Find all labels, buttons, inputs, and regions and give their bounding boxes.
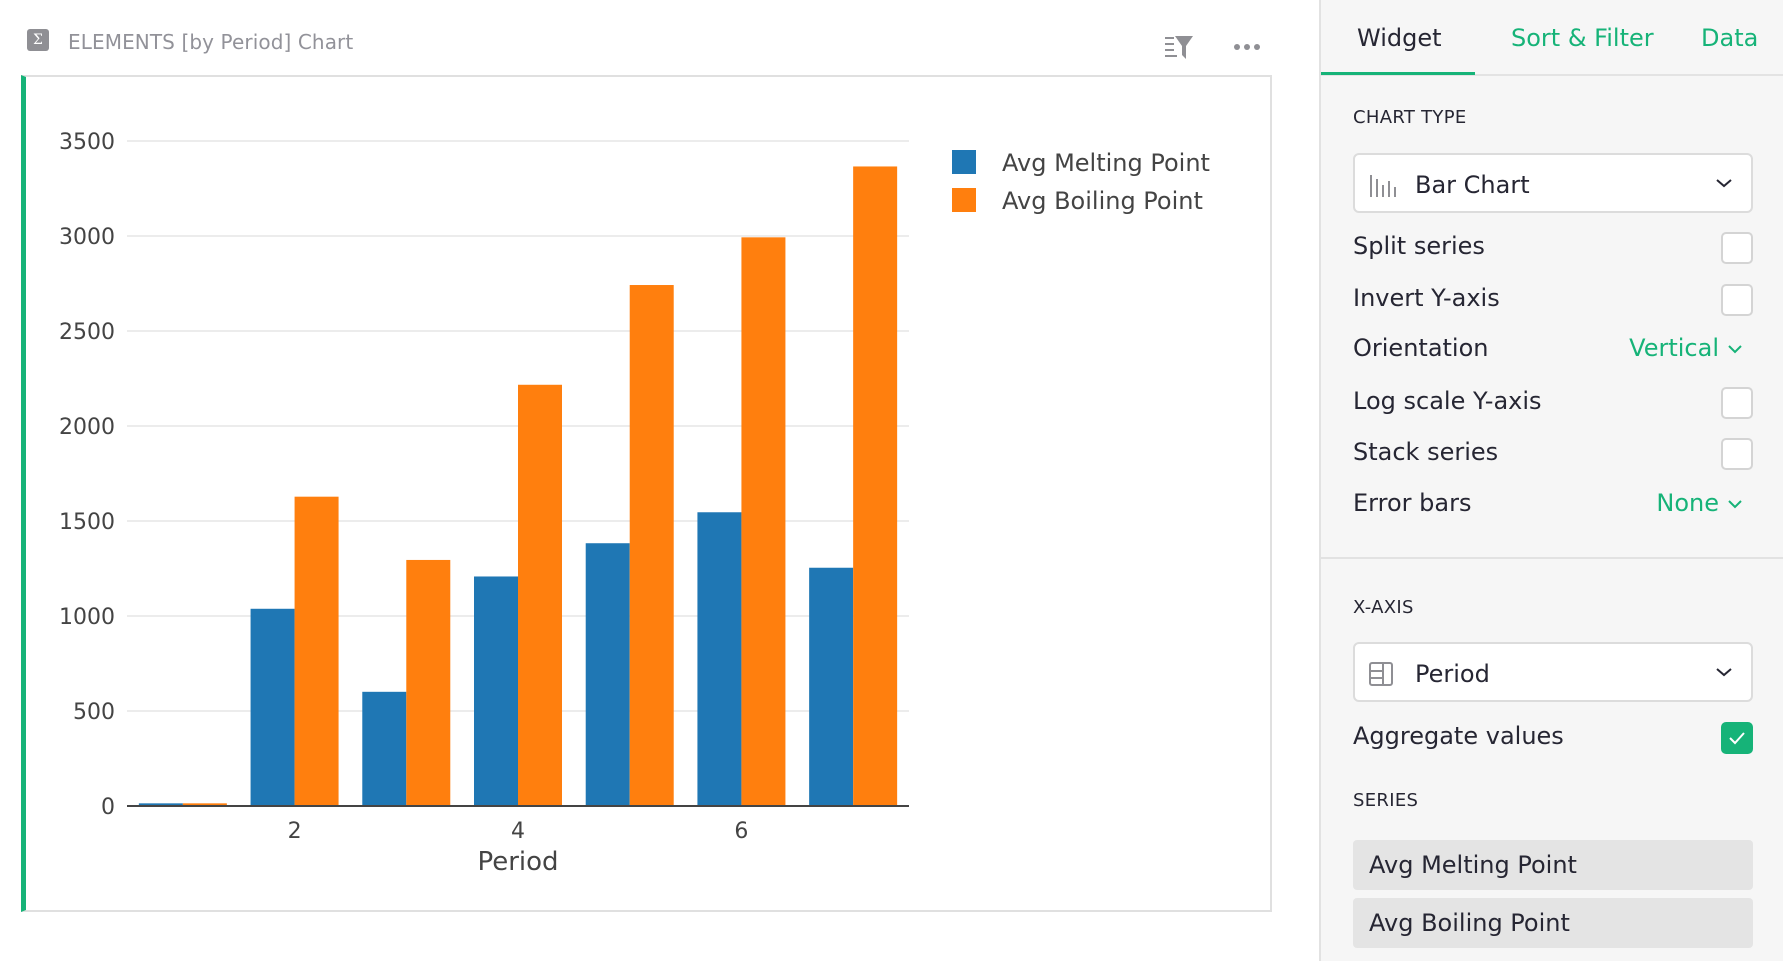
bar-melting: [250, 608, 295, 806]
x-tick-label: 4: [511, 819, 525, 844]
split-series-label: Split series: [1353, 232, 1485, 260]
series-label: SERIES: [1353, 790, 1419, 811]
column-icon: [1369, 662, 1393, 686]
invert-y-label: Invert Y-axis: [1353, 284, 1500, 312]
widget-header: Σ ELEMENTS [by Period] Chart: [0, 0, 1320, 76]
x-tick-label: 2: [288, 819, 302, 844]
tab-sort-filter[interactable]: Sort & Filter: [1511, 24, 1654, 52]
chevron-down-icon: [1716, 668, 1732, 677]
bar-boiling: [853, 166, 898, 807]
y-tick-label: 500: [73, 700, 115, 725]
sigma-icon: Σ: [27, 29, 49, 51]
bar-melting: [474, 576, 518, 806]
x-axis-value: Period: [1415, 660, 1490, 688]
error-bars-label: Error bars: [1353, 489, 1472, 517]
legend-swatch: [952, 188, 976, 212]
bar-melting: [809, 567, 854, 806]
stack-series-checkbox[interactable]: [1721, 438, 1753, 470]
log-scale-label: Log scale Y-axis: [1353, 387, 1542, 415]
series-item[interactable]: Avg Melting Point: [1353, 840, 1753, 890]
y-tick-label: 1500: [59, 510, 115, 535]
y-tick-label: 0: [101, 795, 115, 820]
x-axis-title: Period: [477, 847, 558, 877]
y-tick-label: 2500: [59, 320, 115, 345]
bar-melting: [585, 543, 630, 806]
right-panel: Widget Sort & Filter Data CHART TYPE Bar…: [1319, 0, 1783, 961]
bar-chart-icon: [1370, 175, 1396, 197]
log-scale-checkbox[interactable]: [1721, 387, 1753, 419]
chevron-down-icon: [1716, 179, 1732, 188]
invert-y-checkbox[interactable]: [1721, 284, 1753, 316]
split-series-checkbox[interactable]: [1721, 232, 1753, 264]
aggregate-label: Aggregate values: [1353, 722, 1564, 750]
tab-data[interactable]: Data: [1701, 24, 1758, 52]
active-tab-indicator: [1321, 72, 1475, 75]
x-axis-label: X-AXIS: [1353, 597, 1414, 618]
bar-boiling: [741, 237, 786, 806]
app-root: Σ ELEMENTS [by Period] Chart 0 500 1000 150…: [0, 0, 1783, 961]
legend-label: Avg Boiling Point: [1002, 187, 1203, 215]
bar-boiling: [629, 285, 674, 806]
chart-type-select[interactable]: Bar Chart: [1353, 153, 1753, 213]
y-tick-label: 2000: [59, 415, 115, 440]
bar-boiling: [294, 496, 339, 806]
widget-title[interactable]: ELEMENTS [by Period] Chart: [68, 30, 353, 54]
panel-tabs: Widget Sort & Filter Data: [1321, 0, 1783, 76]
series-item-label: Avg Boiling Point: [1369, 909, 1570, 937]
sort-filter-icon[interactable]: [1163, 33, 1195, 61]
aggregate-row: Aggregate values: [1353, 722, 1753, 756]
y-tick-label: 3000: [59, 225, 115, 250]
more-options-icon[interactable]: [1232, 36, 1262, 58]
orientation-row: Orientation Vertical: [1353, 334, 1753, 368]
bar-boiling: [518, 384, 562, 806]
chevron-down-icon: [1728, 345, 1742, 354]
stack-series-label: Stack series: [1353, 438, 1499, 466]
y-tick-label: 1000: [59, 605, 115, 630]
bar-melting: [697, 512, 742, 806]
tab-widget[interactable]: Widget: [1357, 24, 1442, 52]
legend-swatch: [952, 150, 976, 174]
log-scale-row: Log scale Y-axis: [1353, 387, 1753, 421]
series-item[interactable]: Avg Boiling Point: [1353, 898, 1753, 948]
error-bars-select[interactable]: None: [1656, 489, 1743, 517]
error-bars-row: Error bars None: [1353, 489, 1753, 523]
chart-type-value: Bar Chart: [1415, 171, 1530, 199]
stack-series-row: Stack series: [1353, 438, 1753, 472]
series-item-label: Avg Melting Point: [1369, 851, 1577, 879]
orientation-label: Orientation: [1353, 334, 1489, 362]
chart-type-label: CHART TYPE: [1353, 107, 1467, 128]
check-icon: [1729, 732, 1745, 745]
orientation-value: Vertical: [1629, 334, 1719, 362]
x-tick-label: 6: [734, 819, 748, 844]
chart-widget[interactable]: 0 500 1000 1500 2000 2500 3000 3500 2 4 6 Period Avg…: [21, 75, 1272, 912]
error-bars-value: None: [1656, 489, 1719, 517]
aggregate-checkbox[interactable]: [1721, 722, 1753, 754]
x-axis-select[interactable]: Period: [1353, 642, 1753, 702]
bar-boiling: [406, 559, 451, 806]
bar-chart: 0 500 1000 1500 2000 2500 3000 3500 2 4 6 Period Avg…: [59, 130, 1210, 877]
y-tick-label: 3500: [59, 130, 115, 155]
section-divider: [1321, 557, 1783, 559]
orientation-select[interactable]: Vertical: [1629, 334, 1743, 362]
chevron-down-icon: [1728, 500, 1742, 509]
split-series-row: Split series: [1353, 232, 1753, 266]
invert-y-row: Invert Y-axis: [1353, 284, 1753, 318]
bar-melting: [362, 691, 407, 806]
legend-label: Avg Melting Point: [1002, 149, 1210, 177]
